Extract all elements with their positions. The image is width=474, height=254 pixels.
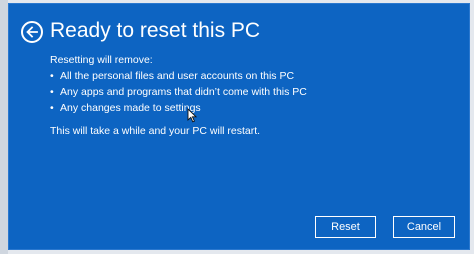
intro-text: Resetting will remove:: [50, 54, 153, 66]
cancel-button[interactable]: Cancel: [393, 216, 455, 238]
back-arrow-icon: [26, 26, 38, 38]
list-item: • All the personal files and user accoun…: [50, 68, 307, 84]
list-item: • Any changes made to settings: [50, 100, 307, 116]
list-item-text: All the personal files and user accounts…: [60, 70, 295, 82]
removal-list: • All the personal files and user accoun…: [50, 68, 307, 116]
desktop-background: Ready to reset this PC Resetting will re…: [0, 0, 474, 254]
list-item-text: Any apps and programs that didn’t come w…: [60, 86, 307, 98]
mouse-pointer-icon: [187, 108, 197, 123]
bullet-icon: •: [50, 86, 54, 98]
background-window-edge: [0, 0, 8, 254]
restart-note: This will take a while and your PC will …: [50, 125, 261, 137]
list-item-text: Any changes made to settings: [60, 102, 201, 114]
reset-button[interactable]: Reset: [315, 216, 376, 238]
back-button[interactable]: [21, 21, 43, 43]
list-item: • Any apps and programs that didn’t come…: [50, 84, 307, 100]
bullet-icon: •: [50, 70, 54, 82]
reset-pc-dialog: Ready to reset this PC Resetting will re…: [8, 3, 470, 250]
bullet-icon: •: [50, 102, 54, 114]
dialog-content: Resetting will remove: • All the persona…: [50, 52, 307, 139]
dialog-title: Ready to reset this PC: [50, 19, 261, 42]
